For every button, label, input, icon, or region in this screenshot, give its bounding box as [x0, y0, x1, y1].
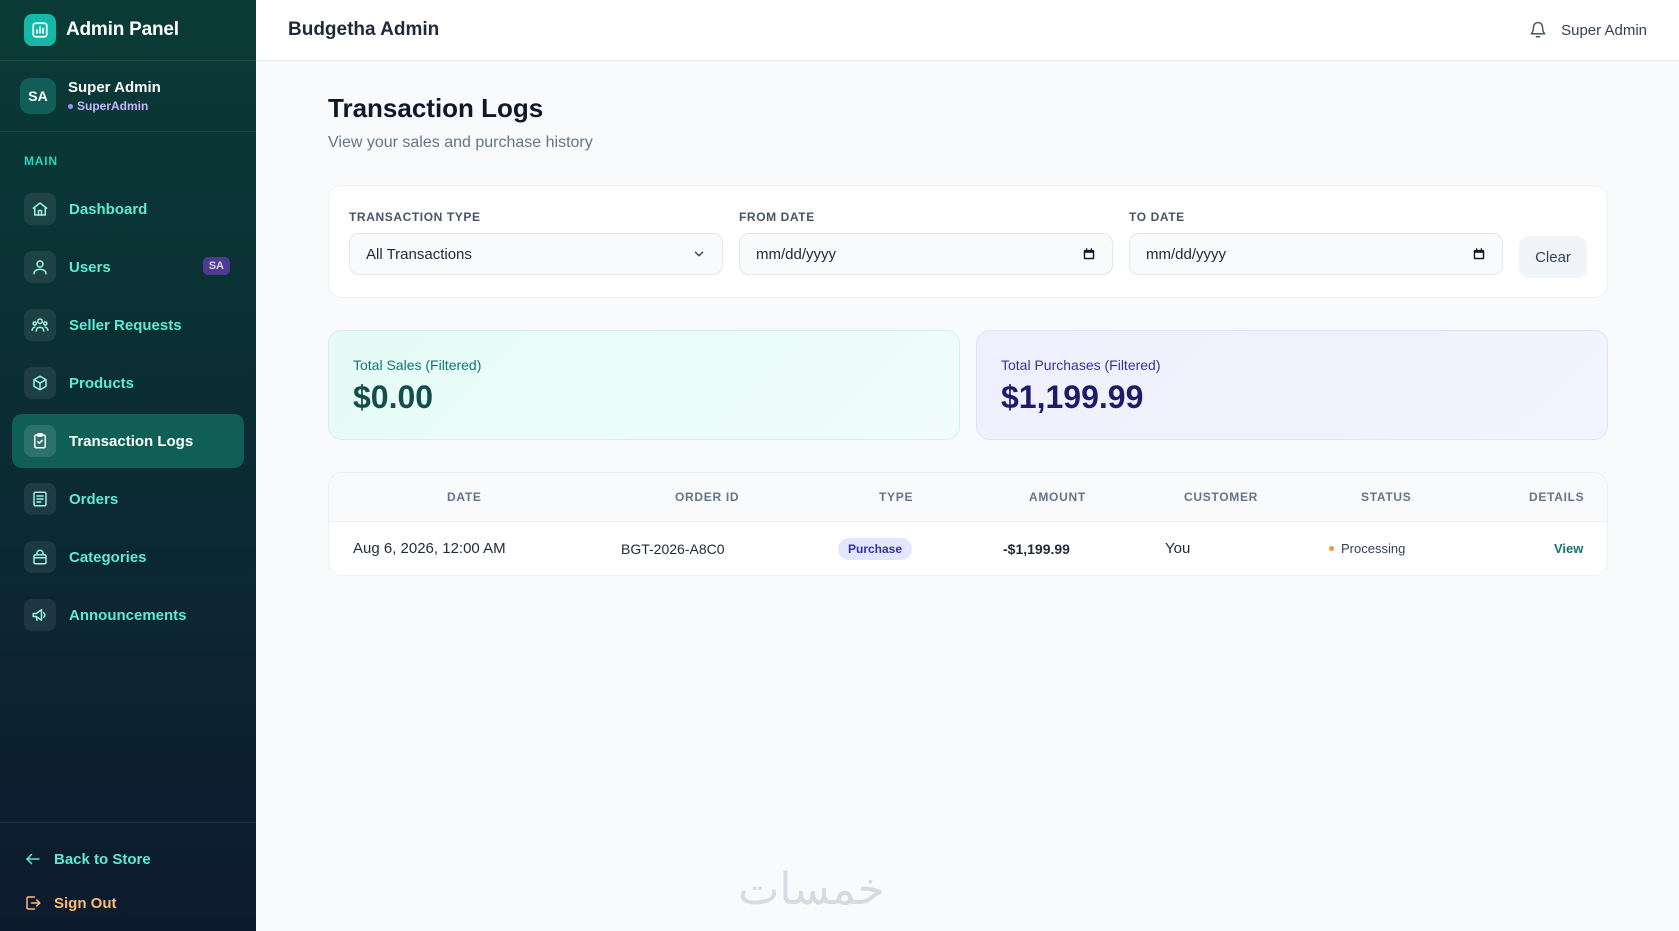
box-icon: [24, 367, 56, 399]
cell-order-id: BGT-2026-A8C0: [621, 540, 725, 557]
filter-card: TRANSACTION TYPE All Transactions FROM D…: [328, 185, 1608, 298]
list-icon: [24, 483, 56, 515]
column-header-type[interactable]: TYPE: [879, 490, 913, 504]
cell-customer: You: [1165, 540, 1191, 557]
to-date-filter: TO DATE mm/dd/yyyy: [1129, 210, 1503, 275]
total-sales-label: Total Sales (Filtered): [353, 357, 482, 373]
column-header-status[interactable]: STATUS: [1361, 490, 1411, 504]
cell-amount: -$1,199.99: [1003, 540, 1070, 557]
sidebar-footer: Back to Store Sign Out: [0, 822, 256, 931]
table-header: DATE ORDER ID TYPE AMOUNT CUSTOMER STATU…: [329, 473, 1607, 522]
back-to-store-link[interactable]: Back to Store: [0, 837, 256, 881]
total-purchases-value: $1,199.99: [1001, 379, 1144, 415]
sidebar-item-label: Seller Requests: [69, 316, 182, 334]
from-date-input[interactable]: mm/dd/yyyy: [739, 233, 1113, 275]
user-name: Super Admin: [68, 79, 161, 96]
summary-row: Total Sales (Filtered) $0.00 Total Purch…: [328, 330, 1608, 440]
sidebar-item-orders[interactable]: Orders: [12, 472, 244, 526]
avatar: SA: [20, 78, 56, 114]
role-dot-icon: [68, 104, 73, 110]
sidebar-user: SA Super Admin SuperAdmin: [0, 61, 256, 132]
status-label: Processing: [1341, 541, 1406, 556]
section-label-main: MAIN: [24, 154, 58, 168]
column-header-amount[interactable]: AMOUNT: [1029, 490, 1086, 504]
sidebar-item-label: Transaction Logs: [69, 432, 194, 450]
sidebar-item-dashboard[interactable]: Dashboard: [12, 182, 244, 236]
table-row: Aug 6, 2026, 12:00 AM BGT-2026-A8C0 Purc…: [329, 522, 1607, 575]
sidebar-item-label: Products: [69, 374, 135, 392]
topbar: Budgetha Admin Super Admin: [256, 0, 1679, 61]
column-header-customer[interactable]: CUSTOMER: [1184, 490, 1258, 504]
sidebar-item-transaction-logs[interactable]: Transaction Logs: [12, 414, 244, 468]
status-dot-icon: [1329, 546, 1334, 551]
sign-out-link[interactable]: Sign Out: [0, 881, 256, 925]
sidebar-item-label: Announcements: [69, 606, 187, 624]
total-purchases-label: Total Purchases (Filtered): [1001, 357, 1161, 373]
total-sales-value: $0.00: [353, 379, 434, 415]
column-header-order-id[interactable]: ORDER ID: [675, 490, 739, 504]
main-content: Transaction Logs View your sales and pur…: [328, 61, 1608, 576]
chevron-down-icon: [692, 247, 706, 261]
sidebar-item-label: Orders: [69, 490, 119, 508]
transactions-table: DATE ORDER ID TYPE AMOUNT CUSTOMER STATU…: [328, 472, 1608, 576]
megaphone-icon: [24, 599, 56, 631]
group-icon: [24, 309, 56, 341]
sidebar-item-categories[interactable]: Categories: [12, 530, 244, 584]
bag-icon: [24, 541, 56, 573]
home-icon: [24, 193, 56, 225]
sign-out-icon: [26, 896, 41, 910]
page-title: Transaction Logs: [328, 93, 544, 123]
sidebar-item-label: Users: [69, 258, 111, 276]
user-role: SuperAdmin: [68, 99, 161, 113]
column-header-date[interactable]: DATE: [447, 490, 482, 504]
sidebar-item-users[interactable]: Users SA: [12, 240, 244, 294]
total-sales-card: Total Sales (Filtered) $0.00: [328, 330, 960, 440]
role-badge: SA: [202, 257, 230, 275]
calendar-icon[interactable]: [1472, 247, 1486, 261]
brand: Admin Panel: [0, 0, 256, 61]
date-placeholder: mm/dd/yyyy: [1146, 245, 1227, 263]
calendar-icon[interactable]: [1082, 247, 1096, 261]
topbar-user-name[interactable]: Super Admin: [1561, 22, 1647, 39]
filter-label: TRANSACTION TYPE: [349, 210, 481, 224]
status-badge: Processing: [1329, 541, 1405, 556]
sidebar-item-label: Categories: [69, 548, 147, 566]
back-to-store-label: Back to Store: [54, 850, 151, 868]
brand-title: Admin Panel: [66, 19, 179, 40]
topbar-right: Super Admin: [1529, 21, 1647, 39]
to-date-input[interactable]: mm/dd/yyyy: [1129, 233, 1503, 275]
sidebar-item-seller-requests[interactable]: Seller Requests: [12, 298, 244, 352]
users-icon: [24, 251, 56, 283]
cell-date: Aug 6, 2026, 12:00 AM: [353, 540, 506, 557]
watermark-logo: خمسات: [738, 864, 885, 915]
from-date-filter: FROM DATE mm/dd/yyyy: [739, 210, 1113, 275]
date-placeholder: mm/dd/yyyy: [756, 245, 837, 263]
view-details-link[interactable]: View: [1554, 541, 1583, 556]
total-purchases-card: Total Purchases (Filtered) $1,199.99: [976, 330, 1608, 440]
type-badge: Purchase: [838, 537, 913, 560]
chart-bar-icon: [24, 14, 56, 46]
sidebar-nav: Dashboard Users SA Seller Requests Produ…: [0, 182, 256, 642]
transaction-type-filter: TRANSACTION TYPE All Transactions: [349, 210, 723, 275]
sidebar: Admin Panel SA Super Admin SuperAdmin MA…: [0, 0, 256, 931]
clipboard-check-icon: [24, 425, 56, 457]
select-value: All Transactions: [366, 245, 472, 263]
page-subtitle: View your sales and purchase history: [328, 134, 593, 151]
filter-label: TO DATE: [1129, 210, 1185, 224]
app-title: Budgetha Admin: [288, 19, 440, 40]
sidebar-item-products[interactable]: Products: [12, 356, 244, 410]
sidebar-item-announcements[interactable]: Announcements: [12, 588, 244, 642]
sidebar-item-label: Dashboard: [69, 200, 148, 218]
user-role-label: SuperAdmin: [77, 99, 149, 113]
clear-button[interactable]: Clear: [1519, 236, 1587, 278]
arrow-left-icon: [26, 853, 40, 865]
sign-out-label: Sign Out: [54, 894, 117, 912]
filter-label: FROM DATE: [739, 210, 815, 224]
column-header-details[interactable]: DETAILS: [1529, 490, 1584, 504]
bell-icon[interactable]: [1529, 21, 1547, 39]
transaction-type-select[interactable]: All Transactions: [349, 233, 723, 275]
